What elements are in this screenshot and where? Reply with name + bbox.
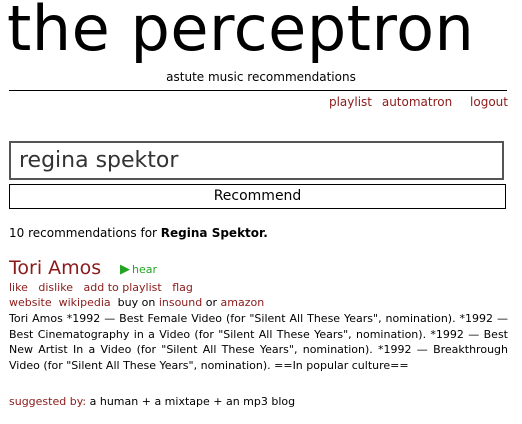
flag-link[interactable]: flag (172, 281, 193, 294)
insound-link[interactable]: insound (159, 296, 202, 309)
results-count: 10 recommendations for Regina Spektor. (9, 226, 268, 240)
suggested-by: suggested by: a human + a mixtape + an m… (9, 395, 295, 408)
results-query-artist: Regina Spektor. (160, 226, 268, 240)
suggested-by-label: suggested by: (9, 395, 87, 408)
artist-description: Tori Amos *1992 — Best Female Video (for… (9, 312, 508, 372)
artist-search-input[interactable] (9, 141, 504, 180)
suggested-by-value: a human + a mixtape + an mp3 blog (89, 395, 296, 408)
header-divider (9, 90, 507, 91)
hear-label: hear (132, 263, 158, 276)
dislike-link[interactable]: dislike (38, 281, 73, 294)
recommended-artist-name[interactable]: Tori Amos (9, 257, 101, 279)
nav-logout-link[interactable]: logout (470, 95, 508, 109)
amazon-link[interactable]: amazon (221, 296, 265, 309)
add-to-playlist-link[interactable]: add to playlist (84, 281, 162, 294)
buy-on-label: buy on (117, 296, 156, 309)
site-title: the perceptron (7, 0, 475, 65)
recommend-button[interactable]: Recommend (9, 184, 506, 209)
top-nav: playlist automatron logout (323, 95, 508, 109)
site-tagline: astute music recommendations (166, 70, 356, 84)
artist-links: website wikipedia buy on insound or amaz… (9, 296, 264, 309)
like-link[interactable]: like (9, 281, 28, 294)
nav-automatron-link[interactable]: automatron (382, 95, 452, 109)
website-link[interactable]: website (9, 296, 52, 309)
wikipedia-link[interactable]: wikipedia (59, 296, 111, 309)
or-label: or (205, 296, 217, 309)
play-icon: ▶ (120, 262, 130, 277)
artist-actions: like dislike add to playlist flag (9, 281, 200, 294)
hear-button[interactable]: ▶ hear (120, 262, 157, 277)
nav-playlist-link[interactable]: playlist (329, 95, 372, 109)
results-count-text: 10 recommendations for (9, 226, 157, 240)
